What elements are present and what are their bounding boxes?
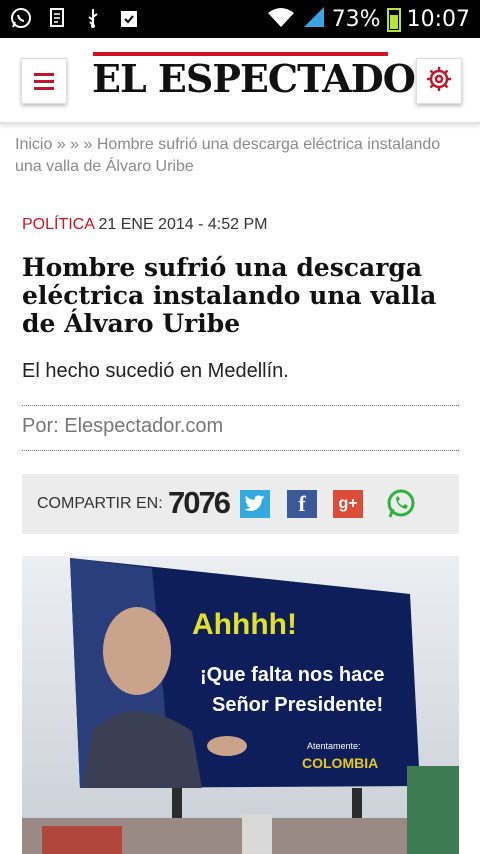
- share-label: COMPARTIR EN:: [37, 495, 163, 512]
- facebook-icon[interactable]: f: [287, 490, 317, 518]
- menu-icon: [34, 72, 54, 76]
- billboard-headline: Ahhhh!: [192, 608, 297, 641]
- notification-icons: [10, 7, 140, 29]
- share-bar: COMPARTIR EN: 7076 f g+: [22, 474, 459, 534]
- billboard-signature: COLOMBIA: [302, 755, 378, 771]
- share-count: 7076: [168, 485, 231, 520]
- article-meta: POLÍTICA 21 ENE 2014 - 4:52 PM: [22, 216, 267, 234]
- document-icon: [46, 7, 68, 29]
- system-status: 73% 10:07: [266, 5, 470, 34]
- settings-button[interactable]: [416, 58, 462, 104]
- gear-icon: [424, 64, 454, 99]
- section-label[interactable]: POLÍTICA: [22, 216, 94, 233]
- battery-percent: 73%: [331, 7, 381, 32]
- article-title: Hombre sufrió una descarga eléctrica ins…: [22, 253, 437, 338]
- whatsapp-icon[interactable]: [385, 488, 417, 520]
- battery-icon: [386, 7, 401, 32]
- article-photo[interactable]: Ahhhh! ¡Que falta nos hace Señor Preside…: [22, 556, 459, 854]
- billboard-line1: ¡Que falta nos hace: [200, 664, 385, 686]
- divider: [22, 405, 459, 406]
- breadcrumb: Inicio » » » Hombre sufrió una descarga …: [15, 134, 467, 178]
- site-logo[interactable]: EL ESPECTADOR: [92, 56, 446, 102]
- article-date: 21 ENE 2014 - 4:52 PM: [98, 216, 268, 233]
- app-header: EL ESPECTADOR: [0, 38, 480, 124]
- usb-icon: [82, 7, 104, 29]
- clipboard-check-icon: [118, 7, 140, 29]
- twitter-icon[interactable]: [240, 490, 270, 518]
- billboard-line2: Señor Presidente!: [212, 694, 383, 716]
- google-plus-icon[interactable]: g+: [333, 490, 363, 518]
- billboard-sign: Atentamente:: [307, 741, 361, 751]
- divider: [22, 450, 459, 451]
- article-subtitle: El hecho sucedió en Medellín.: [22, 360, 289, 382]
- whatsapp-icon: [10, 7, 32, 29]
- article-byline: Por: Elespectador.com: [22, 415, 224, 437]
- signal-icon: [302, 5, 326, 34]
- status-bar: 73% 10:07: [0, 0, 480, 38]
- breadcrumb-home[interactable]: Inicio: [15, 136, 52, 153]
- breadcrumb-separators: » » »: [56, 136, 93, 153]
- clock: 10:07: [406, 7, 470, 32]
- menu-button[interactable]: [21, 58, 67, 104]
- wifi-icon: [266, 5, 296, 34]
